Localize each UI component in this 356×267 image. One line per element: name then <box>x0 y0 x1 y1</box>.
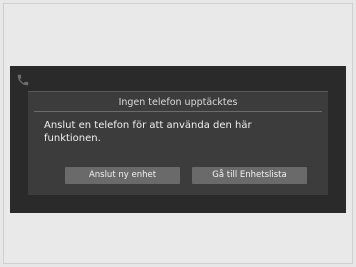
phone-icon <box>16 72 30 86</box>
display-screen: Ingen telefon upptäcktes Anslut en telef… <box>10 66 346 213</box>
title-divider <box>34 111 322 112</box>
go-to-device-list-button[interactable]: Gå till Enhetslista <box>192 167 307 184</box>
dialog-message: Anslut en telefon för att använda den hä… <box>44 120 252 144</box>
connect-new-device-button[interactable]: Anslut ny enhet <box>65 167 180 184</box>
no-phone-dialog: Ingen telefon upptäcktes Anslut en telef… <box>28 91 328 195</box>
page: Ingen telefon upptäcktes Anslut en telef… <box>0 0 356 267</box>
dialog-title: Ingen telefon upptäcktes <box>118 97 238 108</box>
